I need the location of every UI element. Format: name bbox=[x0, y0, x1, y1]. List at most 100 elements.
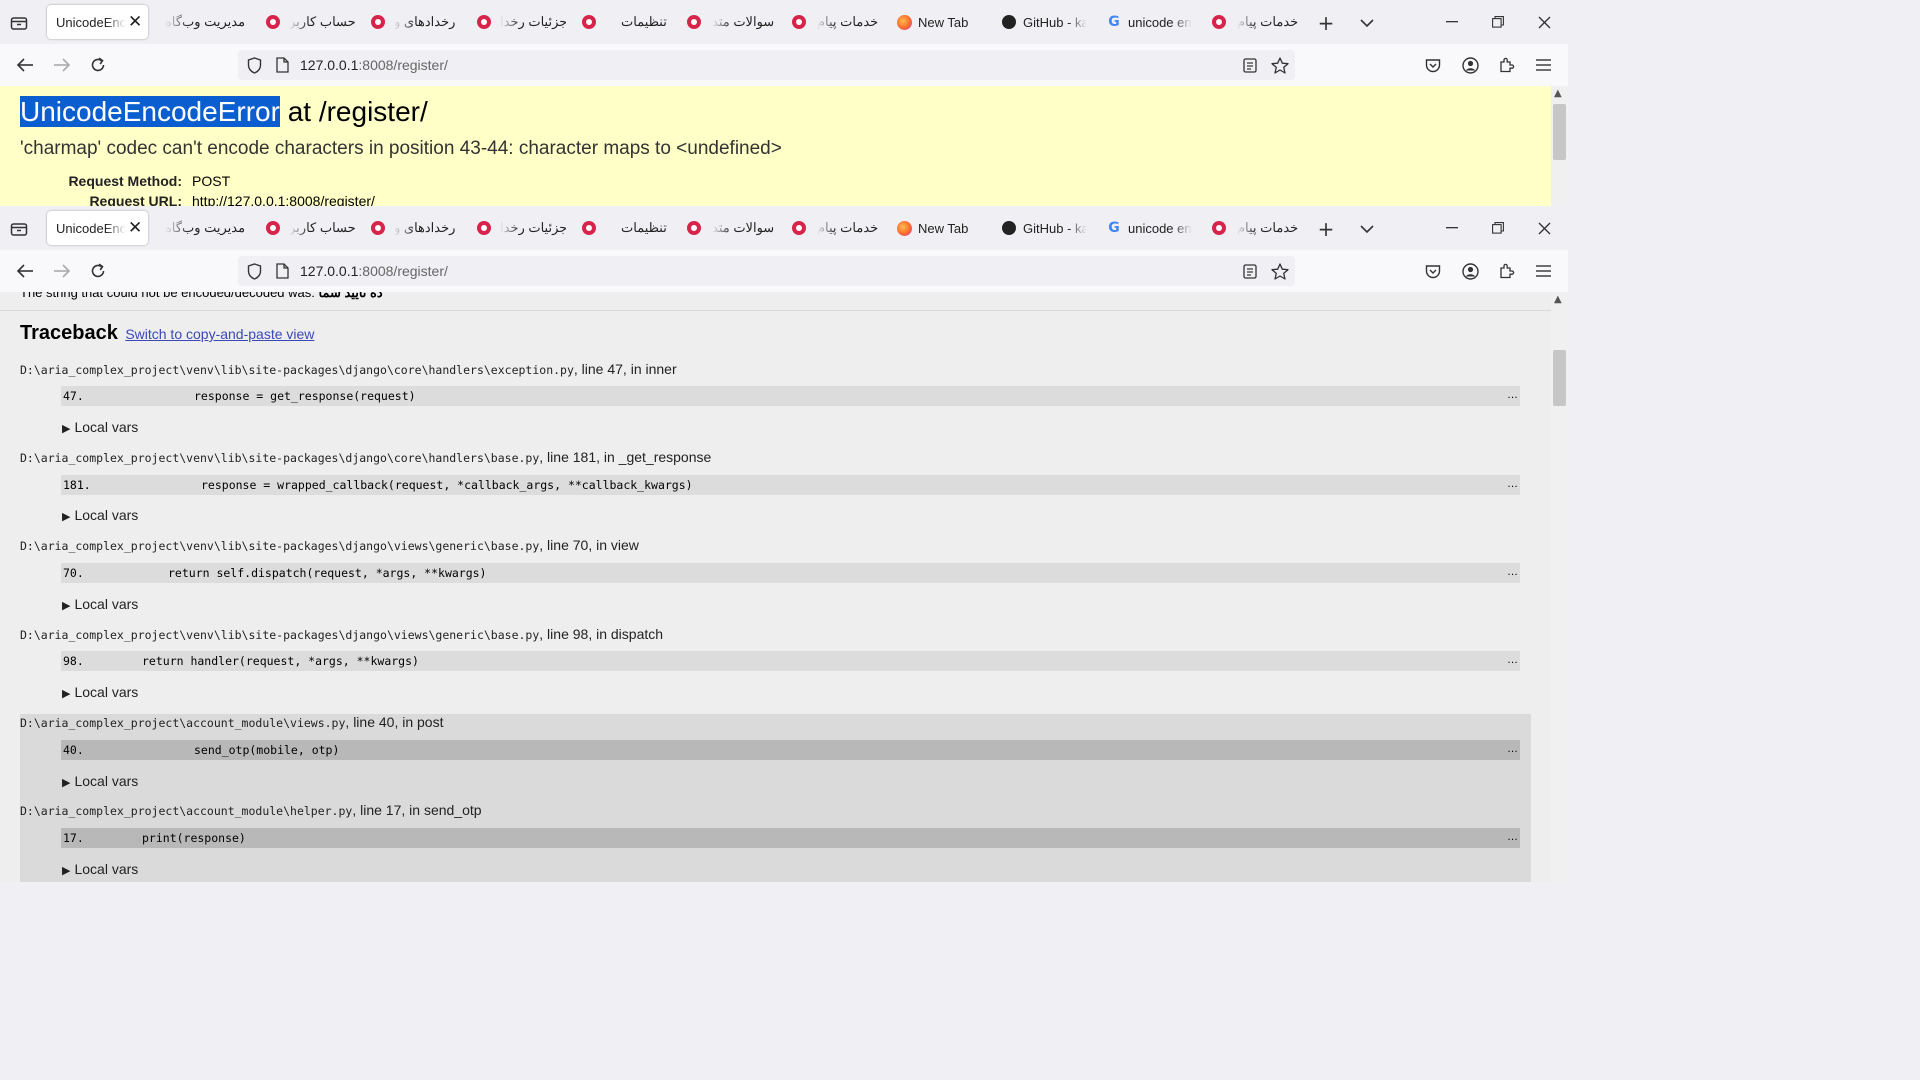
ellipsis-icon[interactable]: … bbox=[1507, 831, 1518, 843]
local-vars-toggle[interactable]: ▶ Local vars bbox=[62, 773, 138, 789]
frame-location: D:\aria_complex_project\account_module\h… bbox=[20, 802, 482, 818]
pocket-icon[interactable] bbox=[1422, 54, 1444, 76]
tab-faq[interactable]: سوالات متد bbox=[686, 5, 776, 39]
tab-user-account[interactable]: حساب کاربر bbox=[265, 5, 355, 39]
ellipsis-icon[interactable]: … bbox=[1507, 654, 1518, 666]
context-line[interactable]: 47. response = get_response(request)… bbox=[61, 386, 1520, 406]
restore-icon[interactable] bbox=[1488, 12, 1508, 32]
frame-location: D:\aria_complex_project\venv\lib\site-pa… bbox=[20, 537, 639, 553]
account-icon[interactable] bbox=[1459, 54, 1481, 76]
context-line[interactable]: 181. response = wrapped_callback(request,… bbox=[61, 475, 1520, 495]
local-vars-toggle[interactable]: ▶ Local vars bbox=[62, 419, 138, 435]
shield-icon[interactable] bbox=[244, 55, 264, 75]
reload-icon[interactable] bbox=[87, 54, 109, 76]
account-icon[interactable] bbox=[1459, 260, 1481, 282]
tab-settings[interactable]: تنظیمات bbox=[581, 211, 671, 245]
context-line[interactable]: 17. print(response)… bbox=[61, 828, 1520, 848]
tab-message-services[interactable]: خدمات پیام bbox=[791, 211, 881, 245]
pocket-icon[interactable] bbox=[1422, 260, 1444, 282]
frame-line-info: , line 98, in dispatch bbox=[539, 626, 664, 642]
tab-user-account[interactable]: حساب کاربر bbox=[265, 211, 355, 245]
hamburger-menu-icon[interactable] bbox=[1532, 260, 1554, 282]
reload-icon[interactable] bbox=[87, 260, 109, 282]
close-icon[interactable]: ✕ bbox=[128, 12, 142, 32]
forward-arrow-icon[interactable] bbox=[51, 260, 73, 282]
window-close-icon[interactable] bbox=[1534, 12, 1554, 32]
tab-message-services-2[interactable]: خدمات پیام bbox=[1211, 5, 1301, 39]
local-vars-toggle[interactable]: ▶ Local vars bbox=[62, 861, 138, 877]
window-close-icon[interactable] bbox=[1534, 218, 1554, 238]
extensions-puzzle-icon[interactable] bbox=[1496, 54, 1518, 76]
tab-events[interactable]: رخدادهای و bbox=[370, 211, 460, 245]
tab-message-services-2[interactable]: خدمات پیام bbox=[1211, 211, 1301, 245]
bookmark-star-icon[interactable] bbox=[1269, 260, 1291, 282]
tab-new-tab[interactable]: New Tab bbox=[896, 211, 986, 245]
switch-to-copy-paste-link[interactable]: Switch to copy-and-paste view bbox=[125, 326, 314, 342]
ellipsis-icon[interactable]: … bbox=[1507, 389, 1518, 401]
forward-arrow-icon[interactable] bbox=[51, 54, 73, 76]
minimize-icon[interactable] bbox=[1442, 218, 1462, 238]
address-bar[interactable]: 127.0.0.1:8008/register/ bbox=[238, 50, 1295, 80]
ellipsis-icon[interactable]: … bbox=[1507, 743, 1518, 755]
tab-site-admin[interactable]: مدیریت وب‌گاه bbox=[165, 5, 247, 39]
triangle-right-icon: ▶ bbox=[62, 865, 71, 877]
restore-icon[interactable] bbox=[1488, 218, 1508, 238]
tab-new-tab[interactable]: New Tab bbox=[896, 5, 986, 39]
ellipsis-icon[interactable]: … bbox=[1507, 478, 1518, 490]
tab-settings[interactable]: تنظیمات bbox=[581, 5, 671, 39]
close-icon[interactable]: ✕ bbox=[128, 218, 142, 238]
reader-view-icon[interactable] bbox=[1240, 261, 1260, 281]
new-tab-plus-icon[interactable]: + bbox=[1315, 11, 1337, 35]
tab-events[interactable]: رخدادهای و bbox=[370, 5, 460, 39]
tab-event-details[interactable]: جزئیات رخدا bbox=[476, 211, 566, 245]
new-tab-plus-icon[interactable]: + bbox=[1315, 217, 1337, 241]
context-line[interactable]: 98. return handler(request, *args, **kwar… bbox=[61, 651, 1520, 671]
list-all-tabs-chevron-down-icon[interactable] bbox=[1356, 218, 1378, 240]
tab-event-details[interactable]: جزئیات رخدا bbox=[476, 5, 566, 39]
tab-faq[interactable]: سوالات متد bbox=[686, 211, 776, 245]
tab-github[interactable]: GitHub - ka bbox=[1001, 211, 1091, 245]
google-icon: G bbox=[1108, 220, 1120, 236]
tab-google[interactable]: G unicode en bbox=[1106, 211, 1196, 245]
scrollbar-thumb[interactable] bbox=[1553, 104, 1566, 160]
tab-github[interactable]: GitHub - ka bbox=[1001, 5, 1091, 39]
bookmark-star-icon[interactable] bbox=[1269, 54, 1291, 76]
tab-message-services[interactable]: خدمات پیام bbox=[791, 5, 881, 39]
address-bar[interactable]: 127.0.0.1:8008/register/ bbox=[238, 256, 1295, 286]
tab-google[interactable]: G unicode en bbox=[1106, 5, 1196, 39]
reader-view-icon[interactable] bbox=[1240, 55, 1260, 75]
extensions-puzzle-icon[interactable] bbox=[1496, 260, 1518, 282]
hamburger-menu-icon[interactable] bbox=[1532, 54, 1554, 76]
red-logo-icon bbox=[1211, 14, 1227, 30]
minimize-icon[interactable] bbox=[1442, 12, 1462, 32]
tab-overview-icon[interactable] bbox=[8, 218, 30, 240]
red-logo-icon bbox=[265, 220, 281, 236]
back-arrow-icon[interactable] bbox=[14, 54, 36, 76]
page-icon[interactable] bbox=[272, 261, 292, 281]
red-logo-icon bbox=[476, 14, 492, 30]
list-all-tabs-chevron-down-icon[interactable] bbox=[1356, 12, 1378, 34]
red-logo-icon bbox=[370, 220, 386, 236]
frame-file-path: D:\aria_complex_project\venv\lib\site-pa… bbox=[20, 539, 540, 553]
tab-active[interactable]: UnicodeEnc ✕ bbox=[47, 5, 148, 39]
scroll-up-arrow-icon[interactable]: ▲ bbox=[1554, 294, 1562, 305]
shield-icon[interactable] bbox=[244, 261, 264, 281]
page-icon[interactable] bbox=[272, 55, 292, 75]
tab-site-admin[interactable]: مدیریت وب‌گاه bbox=[165, 211, 247, 245]
scrollbar-top[interactable]: ▲ bbox=[1551, 86, 1568, 206]
scroll-up-arrow-icon[interactable]: ▲ bbox=[1554, 88, 1562, 99]
tab-overview-icon[interactable] bbox=[8, 12, 30, 34]
context-line[interactable]: 70. return self.dispatch(request, *args, … bbox=[61, 563, 1520, 583]
github-icon bbox=[1001, 220, 1017, 236]
tab-active[interactable]: UnicodeEnc ✕ bbox=[47, 211, 148, 245]
local-vars-toggle[interactable]: ▶ Local vars bbox=[62, 684, 138, 700]
local-vars-toggle[interactable]: ▶ Local vars bbox=[62, 596, 138, 612]
url-text[interactable]: 127.0.0.1:8008/register/ bbox=[300, 263, 448, 279]
context-line[interactable]: 40. send_otp(mobile, otp)… bbox=[61, 740, 1520, 760]
local-vars-toggle[interactable]: ▶ Local vars bbox=[62, 507, 138, 523]
scrollbar-thumb[interactable] bbox=[1553, 350, 1566, 406]
scrollbar-bottom[interactable]: ▲ bbox=[1551, 292, 1568, 882]
url-text[interactable]: 127.0.0.1:8008/register/ bbox=[300, 57, 448, 73]
ellipsis-icon[interactable]: … bbox=[1507, 566, 1518, 578]
back-arrow-icon[interactable] bbox=[14, 260, 36, 282]
